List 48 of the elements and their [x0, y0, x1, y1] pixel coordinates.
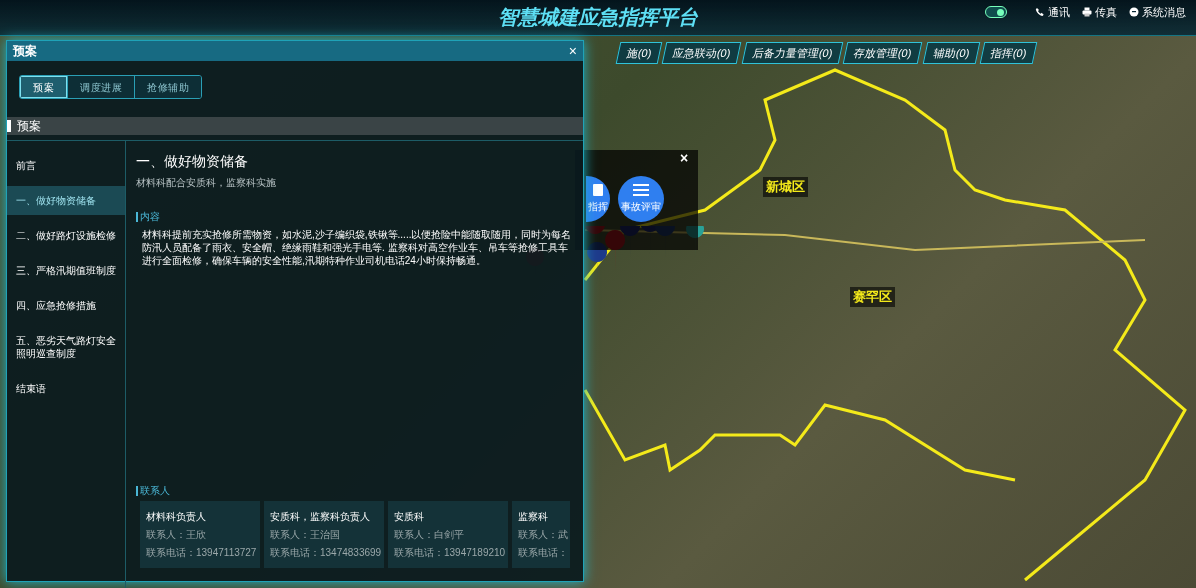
outline-item[interactable]: 一、做好物资储备 — [7, 186, 125, 215]
content-label: 内容 — [136, 212, 160, 222]
contact-title: 安质科 — [394, 510, 424, 524]
phone-icon — [1035, 7, 1045, 18]
map-layer-tab[interactable]: 指挥(0) — [979, 42, 1039, 64]
contact-phone: 联系电话：13947113727 — [146, 546, 257, 560]
message-button[interactable]: 系统消息 — [1129, 4, 1186, 21]
district-label: 赛罕区 — [850, 287, 895, 307]
contacts-label: 联系人 — [136, 486, 170, 496]
contact-phone: 联系电话：13947189210 — [394, 546, 506, 560]
contact-person: 联系人：王治国 — [270, 528, 340, 542]
app-title: 智慧城建应急指挥平台 — [498, 5, 698, 30]
map-layer-tab[interactable]: 施(0) — [615, 42, 663, 64]
contact-title: 安质科，监察科负责人 — [270, 510, 370, 524]
content-subtitle: 材料科配合安质科，监察科实施 — [136, 176, 276, 190]
panel-tab[interactable]: 调度进展 — [67, 76, 134, 98]
section-title: 预案 — [17, 118, 41, 135]
menu-icon — [633, 184, 649, 196]
contact-person: 联系人：白剑平 — [394, 528, 464, 542]
close-button[interactable]: × — [568, 44, 577, 58]
contact-person: 联系人：武 — [518, 528, 568, 542]
outline-item[interactable]: 二、做好路灯设施检修 — [7, 221, 125, 250]
close-button[interactable]: × — [680, 151, 689, 165]
panel-tab[interactable]: 预案 — [20, 76, 67, 98]
panel-title: 预案 — [13, 43, 37, 60]
contact-phone: 联系电话： — [518, 546, 568, 560]
contact-title: 材料科负责人 — [146, 510, 206, 524]
outline-item[interactable]: 前言 — [7, 151, 125, 180]
content-paragraph: 材料科提前充实抢修所需物资，如水泥,沙子编织袋,铁锹等.....以便抢险中能随取随用，同时为每名防汛人员配备了雨衣、安全帽、绝缘雨鞋和强光手电等. 监察科对高空作业车、吊车等抢修工具车进行全面检修，确保车辆的安全性能,汛期特种作业司机电话24小时保持畅通。 — [141, 228, 573, 267]
map-layer-tab[interactable]: 存放管理(0) — [843, 42, 924, 64]
district-label: 新城区 — [763, 177, 808, 197]
content-heading: 一、做好物资储备 — [136, 152, 249, 171]
outline-item[interactable]: 四、应急抢修措施 — [7, 291, 125, 320]
panel-tab[interactable]: 抢修辅助 — [134, 76, 201, 98]
document-icon — [593, 184, 603, 196]
map-layer-tab[interactable]: 辅助(0) — [922, 42, 981, 64]
contact-title: 监察科 — [518, 510, 548, 524]
outline-item[interactable]: 结束语 — [7, 374, 125, 403]
map-layer-tab[interactable]: 应急联动(0) — [662, 42, 743, 64]
map-layer-tab[interactable]: 后备力量管理(0) — [741, 42, 844, 64]
contact-person: 联系人：王欣 — [146, 528, 206, 542]
contact-phone: 联系电话：13474833699 — [270, 546, 382, 560]
outline-item[interactable]: 五、恶劣天气路灯安全照明巡查制度 — [7, 326, 125, 368]
fax-button[interactable]: 传真 — [1082, 4, 1117, 21]
toggle-switch[interactable] — [985, 6, 1007, 19]
printer-icon — [1082, 7, 1092, 18]
phone-button[interactable]: 通讯 — [1035, 4, 1070, 21]
outline-item[interactable]: 三、严格汛期值班制度 — [7, 256, 125, 285]
